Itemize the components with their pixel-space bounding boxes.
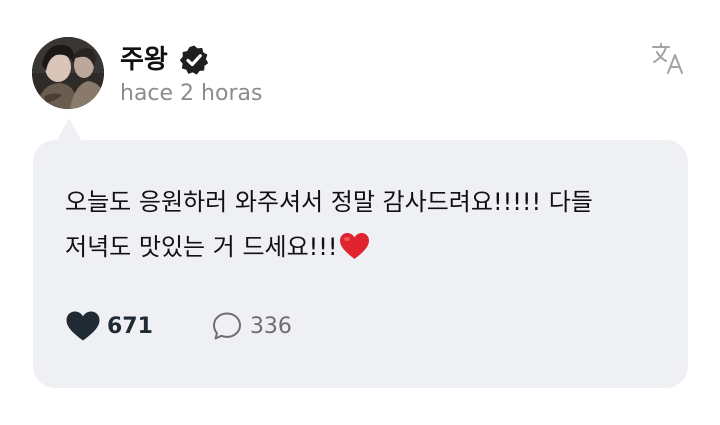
bubble-tail [56, 118, 82, 142]
heart-icon [66, 311, 100, 341]
comment-button[interactable]: 336 [211, 310, 292, 342]
message-bubble: 오늘도 응원하러 와주셔서 정말 감사드려요!!!!! 다들 저녁도 맛있는 거… [33, 140, 688, 388]
author-name[interactable]: 주왕 [120, 47, 168, 73]
post-timestamp: hace 2 horas [120, 81, 263, 106]
reactions-bar: 671 336 [65, 309, 292, 343]
avatar[interactable] [32, 37, 104, 109]
comment-count: 336 [249, 313, 292, 339]
comment-bubble-icon [212, 312, 241, 340]
post-card: 주왕 hace 2 horas 오늘도 응원하러 와주셔서 정말 감사드려요!!… [0, 0, 720, 425]
post-message: 오늘도 응원하러 와주셔서 정말 감사드려요!!!!! 다들 저녁도 맛있는 거… [65, 180, 665, 270]
author-row: 주왕 [120, 40, 210, 80]
verified-badge-icon [178, 44, 210, 76]
post-message-text: 오늘도 응원하러 와주셔서 정말 감사드려요!!!!! 다들 저녁도 맛있는 거… [65, 188, 593, 261]
translate-icon[interactable] [650, 40, 686, 76]
red-heart-emoji-icon [339, 230, 370, 259]
like-count: 671 [107, 313, 153, 339]
like-button[interactable]: 671 [65, 310, 153, 342]
avatar-photo [32, 37, 104, 109]
